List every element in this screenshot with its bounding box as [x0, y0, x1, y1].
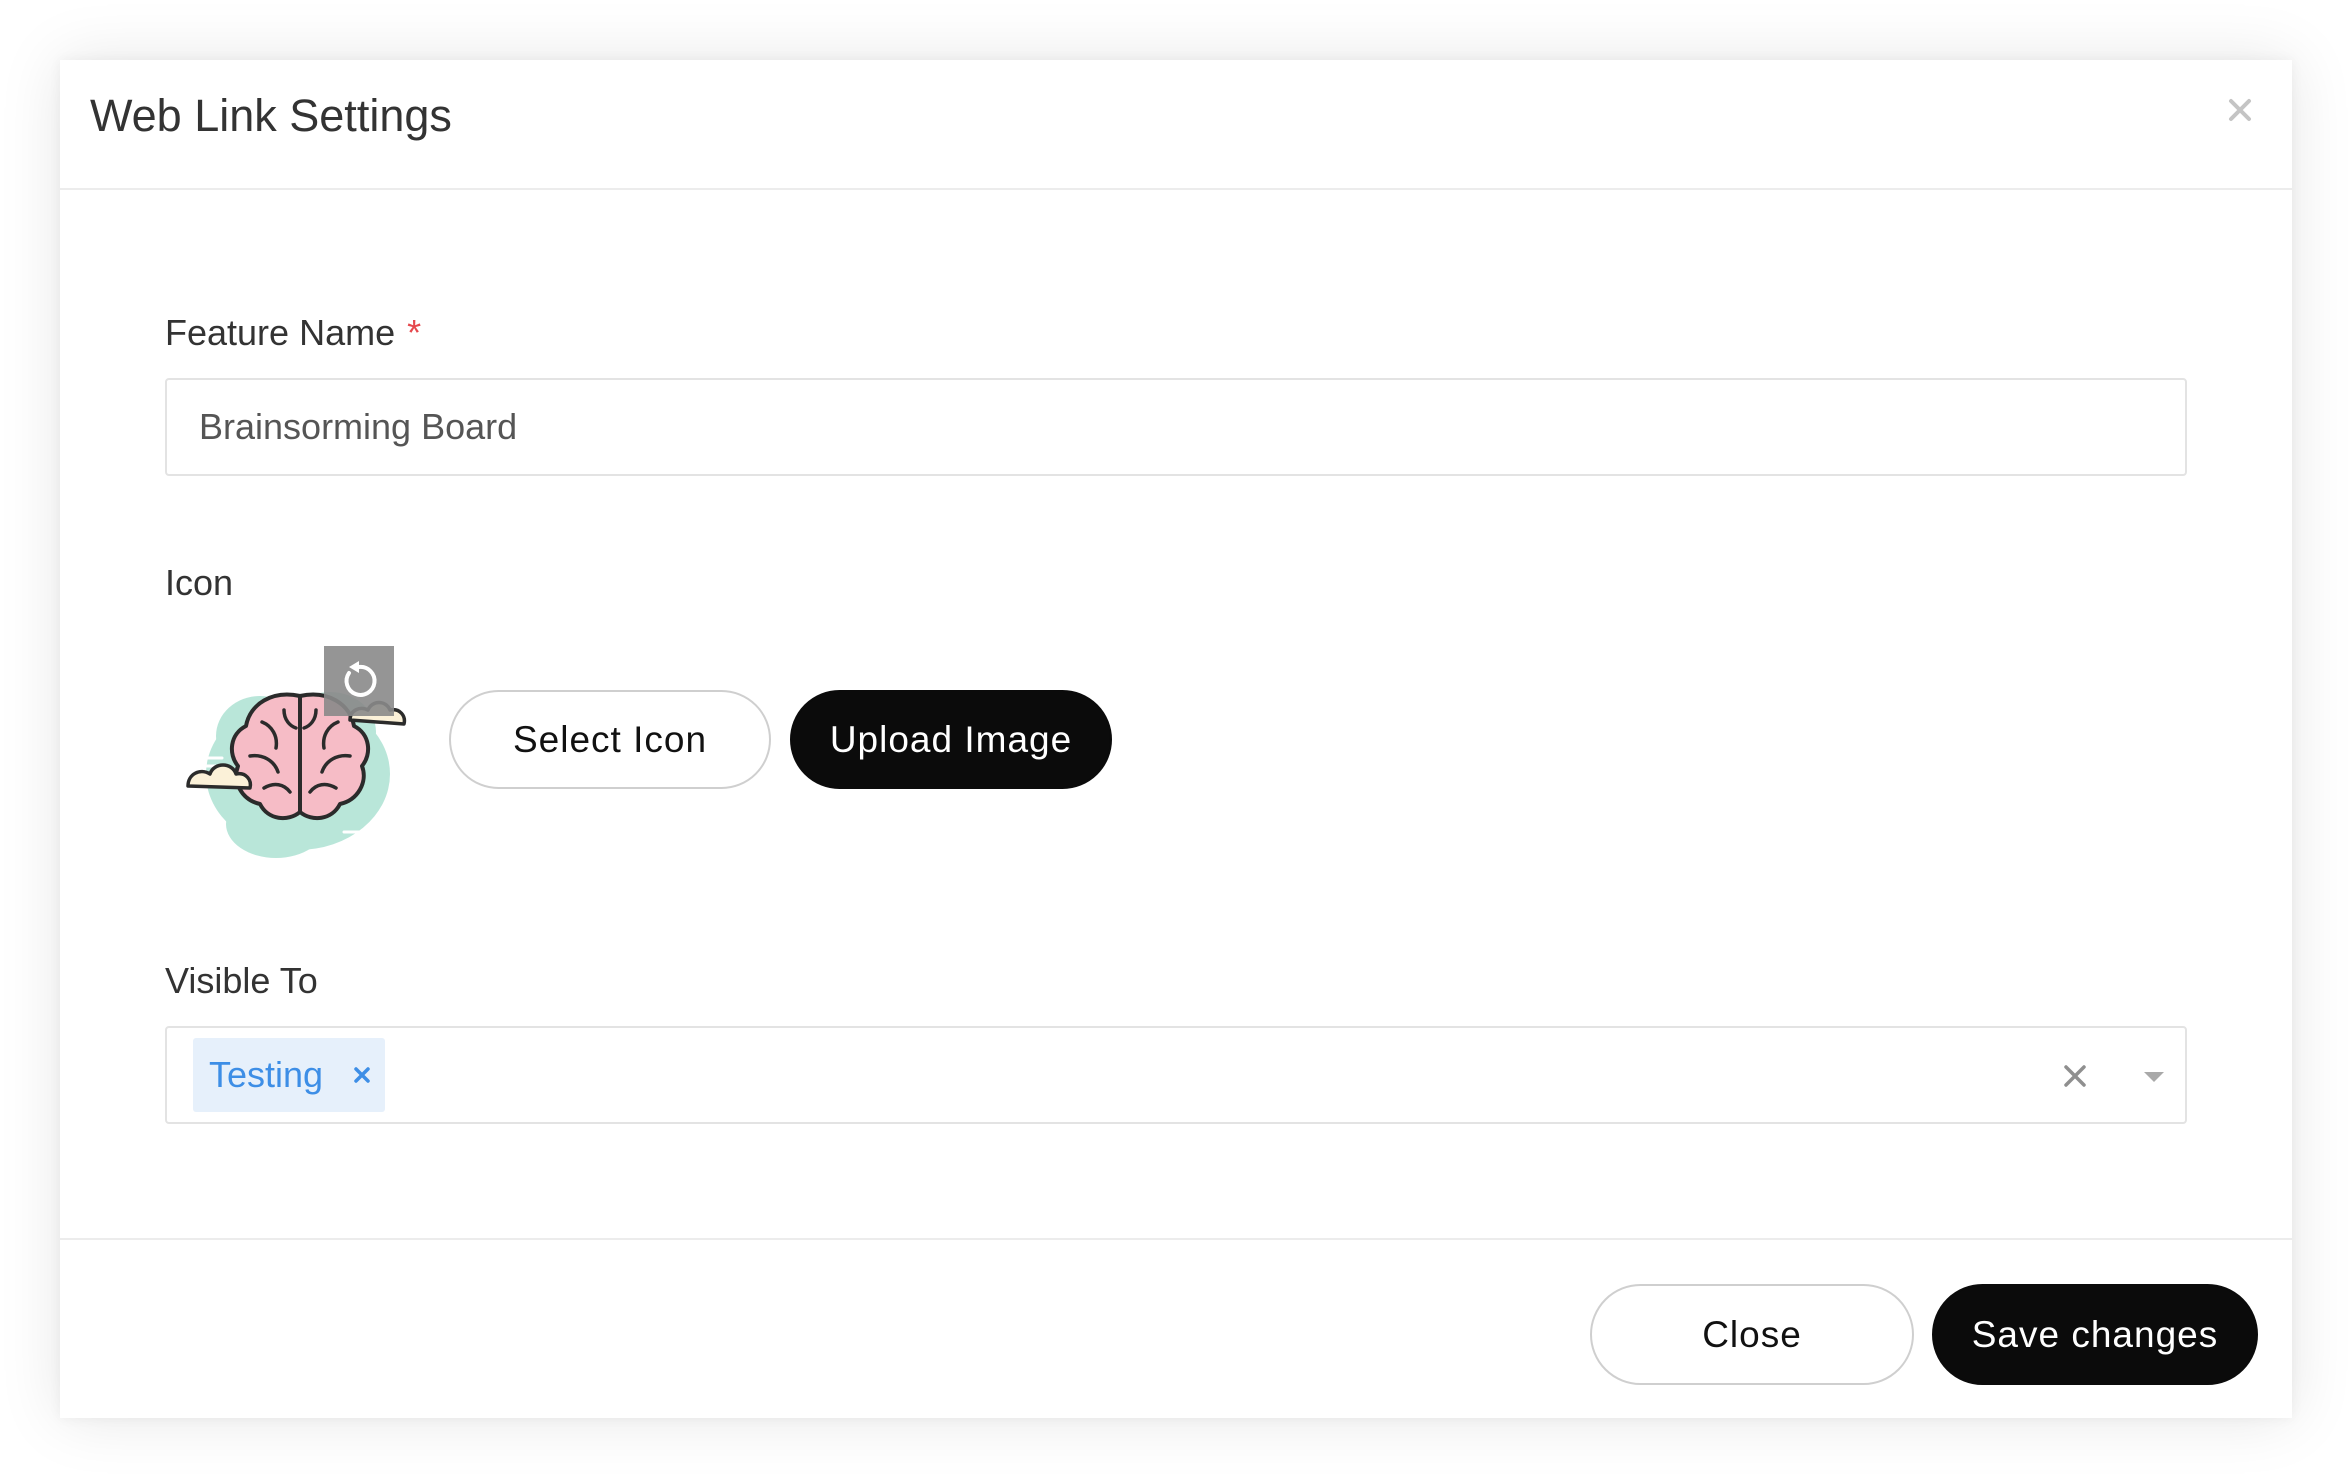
feature-name-label-text: Feature Name	[165, 312, 396, 353]
web-link-settings-dialog: Web Link Settings Feature Name * Icon	[60, 60, 2292, 1418]
visible-to-label: Visible To	[165, 960, 318, 1001]
upload-image-button[interactable]: Upload Image	[790, 690, 1112, 789]
select-icon-button[interactable]: Select Icon	[449, 690, 771, 789]
tag-remove-icon[interactable]	[347, 1060, 377, 1090]
visible-to-select[interactable]: Testing	[165, 1026, 2187, 1124]
dialog-footer: Close Save changes	[60, 1238, 2292, 1418]
save-changes-button[interactable]: Save changes	[1932, 1284, 2258, 1385]
reset-icon[interactable]	[324, 646, 394, 716]
tag-label: Testing	[209, 1054, 324, 1095]
dialog-header: Web Link Settings	[60, 60, 2292, 190]
feature-name-label: Feature Name *	[165, 312, 421, 354]
feature-name-input[interactable]	[165, 378, 2187, 476]
close-button[interactable]: Close	[1590, 1284, 1914, 1385]
selected-tag: Testing	[193, 1038, 385, 1112]
clear-selection-icon[interactable]	[2057, 1058, 2093, 1094]
required-marker: *	[407, 312, 422, 353]
page-backdrop: Web Link Settings Feature Name * Icon	[0, 0, 2350, 1478]
icon-label: Icon	[165, 562, 234, 603]
close-icon[interactable]	[2218, 88, 2262, 132]
chevron-down-icon[interactable]	[2139, 1062, 2169, 1092]
dialog-title: Web Link Settings	[90, 90, 452, 141]
